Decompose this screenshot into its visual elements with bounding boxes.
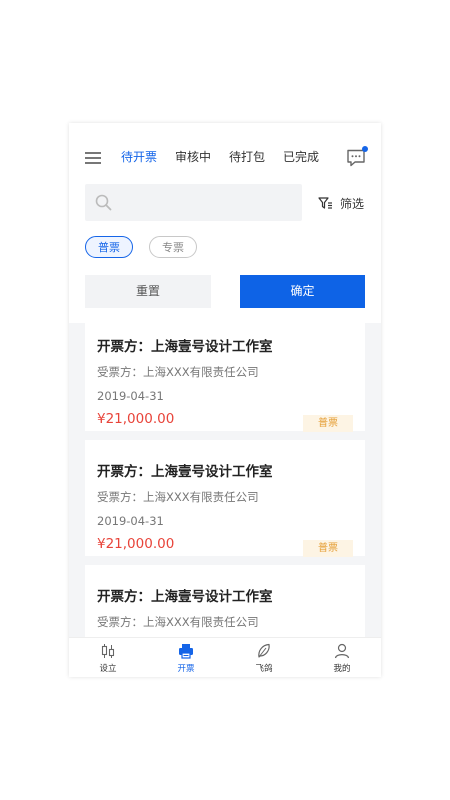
invoice-amount: ¥21,000.00 — [97, 536, 175, 552]
nav-item-feige[interactable]: 飞鸽 — [225, 638, 303, 677]
invoice-receiver: 受票方：上海XXX有限责任公司 — [97, 615, 259, 629]
nav-label: 开票 — [177, 664, 195, 674]
invoice-card[interactable]: 开票方：上海壹号设计工作室 受票方：上海XXX有限责任公司 2019-04-31… — [85, 315, 365, 432]
filter-button[interactable]: 筛选 — [318, 195, 364, 212]
printer-icon — [179, 644, 193, 659]
nav-item-invoice[interactable]: 开票 — [147, 638, 225, 677]
nav-item-setup[interactable]: 设立 — [69, 638, 147, 677]
invoice-issuer: 开票方：上海壹号设计工作室 — [97, 589, 273, 605]
feather-icon — [258, 643, 270, 658]
tab-under-review[interactable]: 审核中 — [175, 148, 211, 166]
confirm-button[interactable]: 确定 — [240, 275, 365, 308]
user-icon — [334, 643, 350, 659]
bottom-nav: 设立 开票 飞鸽 我的 — [69, 637, 381, 677]
invoice-receiver: 受票方：上海XXX有限责任公司 — [97, 365, 259, 379]
filter-label: 筛选 — [340, 197, 365, 211]
phone-screen: 开票方：上海壹号设计工作室 受票方：上海XXX有限责任公司 2019-04-31… — [69, 123, 381, 677]
invoice-issuer: 开票方：上海壹号设计工作室 — [97, 339, 273, 355]
tab-completed[interactable]: 已完成 — [283, 148, 319, 166]
nav-label: 我的 — [333, 664, 351, 674]
chip-special-invoice[interactable]: 专票 — [149, 236, 197, 258]
invoice-card[interactable]: 开票方：上海壹号设计工作室 受票方：上海XXX有限责任公司 2019-04-31… — [85, 440, 365, 557]
search-input[interactable] — [85, 184, 302, 221]
tab-pending-invoice[interactable]: 待开票 — [121, 148, 157, 166]
chip-ordinary-invoice[interactable]: 普票 — [85, 236, 133, 258]
notification-dot — [362, 146, 368, 152]
invoice-type-badge: 普票 — [303, 540, 353, 557]
filter-panel: 待开票 审核中 待打包 已完成 筛选 普票 专票 重置 确定 — [69, 123, 381, 323]
nav-item-me[interactable]: 我的 — [303, 638, 381, 677]
tab-pending-pack[interactable]: 待打包 — [229, 148, 265, 166]
filter-icon — [318, 197, 332, 209]
invoice-date: 2019-04-31 — [97, 514, 164, 528]
status-tabs: 待开票 审核中 待打包 已完成 — [121, 148, 337, 166]
nav-label: 飞鸽 — [255, 664, 273, 674]
search-icon — [95, 194, 112, 211]
menu-icon[interactable] — [85, 152, 101, 164]
invoice-receiver: 受票方：上海XXX有限责任公司 — [97, 490, 259, 504]
invoice-amount: ¥21,000.00 — [97, 411, 175, 427]
candlestick-icon — [101, 644, 115, 658]
invoice-date: 2019-04-31 — [97, 389, 164, 403]
invoice-type-badge: 普票 — [303, 415, 353, 432]
invoice-issuer: 开票方：上海壹号设计工作室 — [97, 464, 273, 480]
reset-button[interactable]: 重置 — [85, 275, 211, 308]
nav-label: 设立 — [99, 664, 117, 674]
